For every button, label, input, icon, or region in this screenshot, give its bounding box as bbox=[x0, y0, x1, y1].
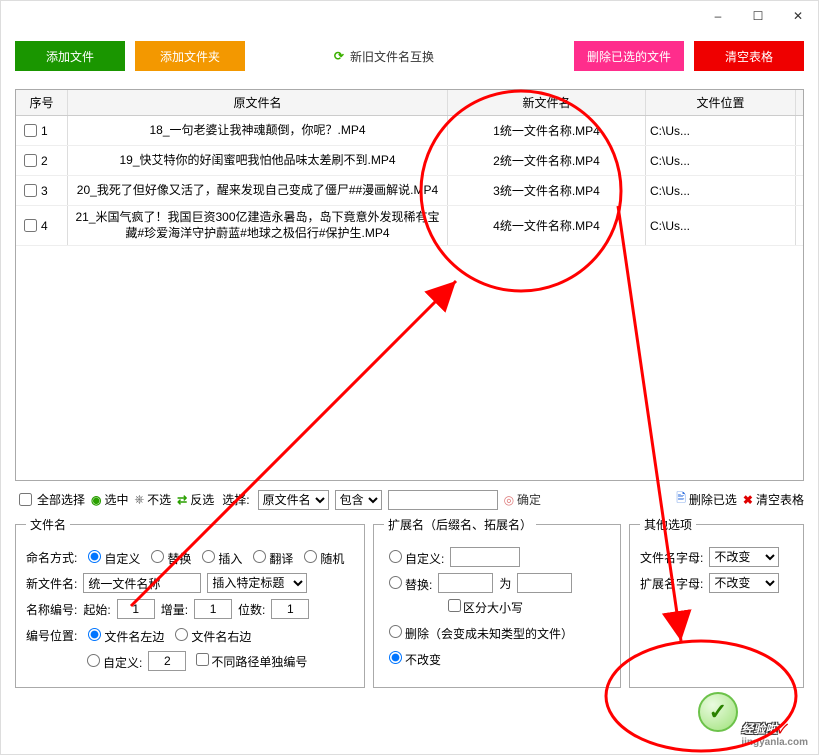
swap-label: 新旧文件名互换 bbox=[350, 48, 434, 65]
row-checkbox[interactable] bbox=[24, 184, 37, 197]
unselect-button[interactable]: ⎈不选 bbox=[135, 491, 172, 508]
row-checkbox[interactable] bbox=[24, 124, 37, 137]
other-panel: 其他选项 文件名字母:不改变 扩展名字母:不改变 bbox=[629, 516, 804, 688]
pos-right-radio[interactable] bbox=[175, 628, 188, 641]
filename-panel: 文件名 命名方式: 自定义 替换 插入 翻译 随机 新文件名: 插入特定标题 名… bbox=[15, 516, 365, 688]
col-new[interactable]: 新文件名 bbox=[448, 90, 646, 115]
invert-button[interactable]: ⇄反选 bbox=[177, 491, 214, 508]
extension-panel: 扩展名（后缀名、拓展名） 自定义: 替换:为 区分大小写 删除（会变成未知类型的… bbox=[373, 516, 621, 688]
step-input[interactable] bbox=[194, 599, 232, 619]
watermark: 经验啦✓ jingyanla.com bbox=[741, 720, 808, 748]
select-button[interactable]: ◉选中 bbox=[91, 491, 129, 508]
pos-left-radio[interactable] bbox=[88, 628, 101, 641]
close-button[interactable]: ✕ bbox=[778, 2, 818, 30]
anchor-icon: ⎈ bbox=[135, 492, 145, 507]
ext-nochange-radio[interactable] bbox=[389, 651, 402, 664]
row-checkbox[interactable] bbox=[24, 154, 37, 167]
start-input[interactable] bbox=[117, 599, 155, 619]
ext-replace-radio[interactable] bbox=[389, 576, 402, 589]
mode-replace-radio[interactable] bbox=[151, 550, 164, 563]
col-original[interactable]: 原文件名 bbox=[68, 90, 448, 115]
table-row[interactable]: 4 21_米国气疯了！我国巨资300亿建造永暑岛，岛下竟意外发现稀有宝藏#珍爱海… bbox=[16, 206, 803, 246]
filename-case-select[interactable]: 不改变 bbox=[709, 547, 779, 567]
filter-text-input[interactable] bbox=[388, 490, 498, 510]
mode-translate-radio[interactable] bbox=[253, 550, 266, 563]
file-table: 序号 原文件名 新文件名 文件位置 1 18_一句老婆让我神魂颠倒，你呢？.MP… bbox=[15, 89, 804, 481]
digits-input[interactable] bbox=[271, 599, 309, 619]
delete-selected-button[interactable]: 删除已选的文件 bbox=[574, 41, 684, 71]
clear-table-button[interactable]: 清空表格 bbox=[694, 41, 804, 71]
col-index[interactable]: 序号 bbox=[16, 90, 68, 115]
mode-random-radio[interactable] bbox=[304, 550, 317, 563]
clear-table-link[interactable]: ✖清空表格 bbox=[743, 491, 804, 508]
table-row[interactable]: 1 18_一句老婆让我神魂颠倒，你呢？.MP4 1统一文件名称.MP4 C:\U… bbox=[16, 116, 803, 146]
add-folder-button[interactable]: 添加文件夹 bbox=[135, 41, 245, 71]
filter-field-select[interactable]: 原文件名 bbox=[258, 490, 329, 510]
minimize-button[interactable]: – bbox=[698, 2, 738, 30]
diff-path-checkbox[interactable] bbox=[196, 653, 209, 666]
case-sensitive-checkbox[interactable] bbox=[448, 599, 461, 612]
pos-custom-input[interactable] bbox=[148, 651, 186, 671]
ext-delete-radio[interactable] bbox=[389, 625, 402, 638]
insert-title-select[interactable]: 插入特定标题 bbox=[207, 573, 307, 593]
check-icon: ◉ bbox=[91, 493, 101, 507]
confirm-filter-button[interactable]: ◎确定 bbox=[504, 491, 542, 508]
delete-selected-link[interactable]: 🖹删除已选 bbox=[676, 489, 737, 510]
mode-insert-radio[interactable] bbox=[202, 550, 215, 563]
ext-custom-input[interactable] bbox=[450, 547, 520, 567]
ext-from-input[interactable] bbox=[438, 573, 493, 593]
new-filename-input[interactable] bbox=[83, 573, 201, 593]
clear-icon: ✖ bbox=[743, 493, 753, 507]
refresh-icon: ⟳ bbox=[334, 49, 344, 63]
swap-names-button[interactable]: ⟳ 新旧文件名互换 bbox=[334, 48, 434, 65]
table-row[interactable]: 3 20_我死了但好像又活了，醒来发现自己变成了僵尸##漫画解说.MP4 3统一… bbox=[16, 176, 803, 206]
ext-case-select[interactable]: 不改变 bbox=[709, 573, 779, 593]
col-path[interactable]: 文件位置 bbox=[646, 90, 796, 115]
mode-custom-radio[interactable] bbox=[88, 550, 101, 563]
swap-icon: ⇄ bbox=[177, 493, 187, 507]
confirm-button[interactable] bbox=[698, 692, 738, 732]
add-file-button[interactable]: 添加文件 bbox=[15, 41, 125, 71]
ext-custom-radio[interactable] bbox=[389, 550, 402, 563]
delete-icon: 🖹 bbox=[676, 489, 686, 510]
target-icon: ◎ bbox=[504, 493, 514, 507]
row-checkbox[interactable] bbox=[24, 219, 37, 232]
ext-to-input[interactable] bbox=[517, 573, 572, 593]
maximize-button[interactable]: ☐ bbox=[738, 2, 778, 30]
table-row[interactable]: 2 19_快艾特你的好闺蜜吧我怕他品味太差刷不到.MP4 2统一文件名称.MP4… bbox=[16, 146, 803, 176]
filter-op-select[interactable]: 包含 bbox=[335, 490, 382, 510]
pos-custom-radio[interactable] bbox=[87, 654, 100, 667]
select-all-checkbox[interactable] bbox=[19, 493, 32, 506]
